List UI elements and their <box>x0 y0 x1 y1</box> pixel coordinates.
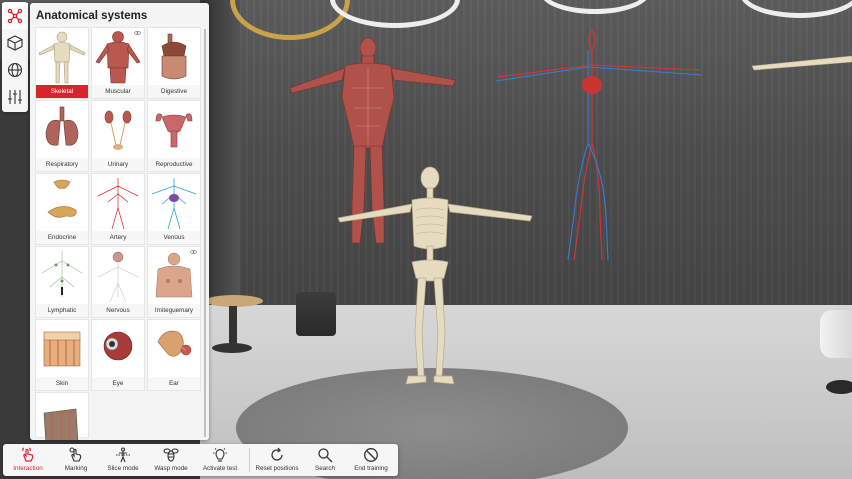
end-training-label: End training <box>354 465 388 472</box>
stool <box>296 292 336 336</box>
cube-icon <box>7 35 23 51</box>
sphere-icon <box>7 62 23 78</box>
system-label: Ear <box>148 377 200 390</box>
partial-figure <box>752 55 852 71</box>
system-thumbnail <box>92 101 144 157</box>
marking-hand-icon <box>69 447 82 462</box>
system-label: Reproductive <box>148 158 200 171</box>
system-tile-reproductive[interactable]: Reproductive <box>147 100 201 172</box>
lounge-seat <box>820 310 852 358</box>
system-tile-skeletal[interactable]: Skeletal <box>35 27 89 99</box>
system-tile-nervous[interactable]: Nervous <box>91 246 145 318</box>
interaction-button[interactable]: Interaction <box>5 444 51 476</box>
nodes-icon <box>7 8 23 24</box>
hand-pointer-icon <box>22 447 34 462</box>
system-thumbnail <box>36 247 88 303</box>
wasp-mode-label: Wasp mode <box>154 465 188 472</box>
search-icon <box>318 448 333 463</box>
marking-label: Marking <box>64 465 88 472</box>
system-thumbnail <box>36 393 88 440</box>
lightbulb-icon <box>213 448 227 462</box>
marking-button[interactable]: Marking <box>55 444 97 476</box>
panel-title: Anatomical systems <box>36 10 148 22</box>
slice-mode-label: Slice mode <box>107 465 139 472</box>
system-tile-venous[interactable]: Venous <box>147 173 201 245</box>
reset-positions-button[interactable]: Reset positions <box>254 444 300 476</box>
side-table-base <box>212 343 252 353</box>
end-training-button[interactable]: End training <box>348 444 394 476</box>
system-thumbnail <box>36 28 88 84</box>
activate-test-label: Activate test <box>202 465 238 472</box>
system-label: Imiteguemary <box>148 304 200 317</box>
sliders-icon <box>8 90 22 104</box>
system-label: Skeletal <box>36 85 88 98</box>
system-tile-ear[interactable]: Ear <box>147 319 201 391</box>
system-label: Artery <box>92 231 144 244</box>
system-label: Respiratory <box>36 158 88 171</box>
system-tile-endocrine[interactable]: Endocrine <box>35 173 89 245</box>
system-label: Nervous <box>92 304 144 317</box>
reset-positions-label: Reset positions <box>255 465 299 472</box>
search-label: Search <box>315 465 335 472</box>
environment-button[interactable] <box>2 57 28 83</box>
system-thumbnail <box>148 101 200 157</box>
activate-test-button[interactable]: Activate test <box>197 444 243 476</box>
wasp-mode-button[interactable]: Wasp mode <box>149 444 193 476</box>
system-tile-skin[interactable]: Skin <box>35 319 89 391</box>
wasp-icon <box>163 448 179 462</box>
system-tile-extra[interactable] <box>35 392 89 440</box>
system-thumbnail <box>36 174 88 230</box>
system-thumbnail <box>148 174 200 230</box>
system-tile-digestive[interactable]: Digestive <box>147 27 201 99</box>
interaction-label: Interaction <box>13 465 43 472</box>
stop-icon <box>364 448 378 462</box>
system-label: Digestive <box>148 85 200 98</box>
system-thumbnail <box>36 320 88 376</box>
system-thumbnail <box>92 320 144 376</box>
visibility-eye-icon[interactable] <box>190 250 197 254</box>
panel-scrollbar[interactable] <box>204 29 206 437</box>
slice-figure-icon <box>116 447 130 463</box>
visibility-eye-icon[interactable] <box>134 31 141 35</box>
anatomical-systems-panel: Anatomical systems Skeletal Muscular Diges… <box>30 3 209 440</box>
mode-strip <box>2 2 28 112</box>
system-tile-eye[interactable]: Eye <box>91 319 145 391</box>
system-label: Venous <box>148 231 200 244</box>
system-thumbnail <box>36 101 88 157</box>
toolbar-divider <box>249 448 250 472</box>
anatomical-systems-button[interactable] <box>2 3 28 29</box>
system-thumbnail <box>148 28 200 84</box>
system-tile-imiteguemary[interactable]: Imiteguemary <box>147 246 201 318</box>
system-tile-muscular[interactable]: Muscular <box>91 27 145 99</box>
system-thumbnail <box>92 174 144 230</box>
models-button[interactable] <box>2 30 28 56</box>
system-tile-respiratory[interactable]: Respiratory <box>35 100 89 172</box>
system-label: Eye <box>92 377 144 390</box>
skeleton-figure[interactable] <box>338 166 533 404</box>
settings-button[interactable] <box>2 84 28 110</box>
system-thumbnail <box>92 247 144 303</box>
system-label: Urinary <box>92 158 144 171</box>
slice-mode-button[interactable]: Slice mode <box>101 444 145 476</box>
system-thumbnail <box>148 247 200 303</box>
system-label: Lymphatic <box>36 304 88 317</box>
system-tile-artery[interactable]: Artery <box>91 173 145 245</box>
system-label: Endocrine <box>36 231 88 244</box>
search-button[interactable]: Search <box>306 444 344 476</box>
system-label: Muscular <box>92 85 144 98</box>
system-thumbnail <box>148 320 200 376</box>
reset-icon <box>271 447 283 461</box>
system-tile-urinary[interactable]: Urinary <box>91 100 145 172</box>
system-thumbnail <box>92 28 144 84</box>
system-tile-lymphatic[interactable]: Lymphatic <box>35 246 89 318</box>
lounge-seat-base <box>826 380 852 394</box>
system-label: Skin <box>36 377 88 390</box>
bottom-toolbar: Interaction Marking Slice mode Wasp mode… <box>3 444 398 476</box>
